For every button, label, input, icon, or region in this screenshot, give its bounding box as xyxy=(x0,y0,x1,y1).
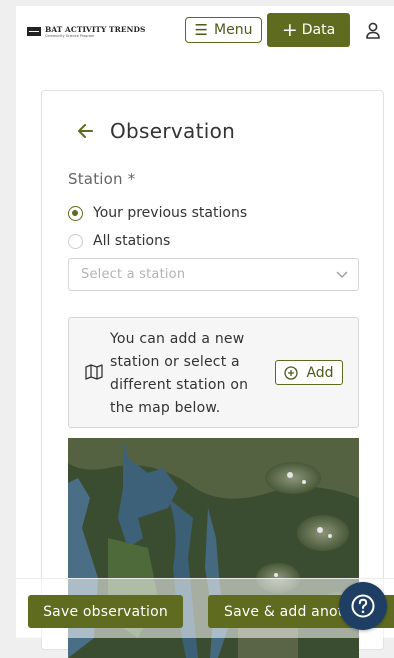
station-label: Station * xyxy=(68,170,136,188)
radio-button[interactable] xyxy=(68,233,83,249)
logo[interactable]: BAT ACTIVITY TRENDS Community Science Pr… xyxy=(27,26,145,38)
app-frame: BAT ACTIVITY TRENDS Community Science Pr… xyxy=(16,6,394,658)
page-title: Observation xyxy=(110,119,236,143)
info-box: You can add a new station or select a di… xyxy=(68,317,359,428)
user-icon[interactable] xyxy=(366,22,380,40)
arrow-left-icon[interactable] xyxy=(76,122,94,140)
add-station-button[interactable]: Add xyxy=(275,360,343,385)
radio-previous-stations[interactable]: Your previous stations xyxy=(68,205,247,221)
header: BAT ACTIVITY TRENDS Community Science Pr… xyxy=(16,6,394,58)
chevron-down-icon xyxy=(336,271,348,278)
radio-all-stations[interactable]: All stations xyxy=(68,233,170,249)
observation-card: Observation Station * Your previous stat… xyxy=(41,90,384,658)
radio-label: All stations xyxy=(93,233,171,249)
add-data-button[interactable]: + Data xyxy=(267,13,350,47)
station-select[interactable]: Select a station xyxy=(68,258,359,291)
plus-icon: + xyxy=(281,18,298,41)
menu-button[interactable]: ☰ Menu xyxy=(185,17,262,43)
info-text: You can add a new station or select a di… xyxy=(110,331,249,416)
hamburger-icon: ☰ xyxy=(194,20,208,39)
data-label: Data xyxy=(301,22,336,38)
save-observation-button[interactable]: Save observation xyxy=(28,595,183,628)
radio-button[interactable] xyxy=(68,205,83,221)
question-icon xyxy=(351,594,375,618)
radio-label: Your previous stations xyxy=(93,205,248,221)
add-label: Add xyxy=(306,364,334,381)
station-select-placeholder: Select a station xyxy=(81,267,186,282)
logo-title: BAT ACTIVITY TRENDS xyxy=(45,25,146,34)
menu-label: Menu xyxy=(214,22,253,38)
logo-subtitle: Community Science Program xyxy=(45,34,95,38)
plus-circle-icon xyxy=(284,365,299,380)
help-button[interactable] xyxy=(339,582,387,630)
logo-mark xyxy=(27,27,41,36)
map-icon xyxy=(85,364,103,380)
